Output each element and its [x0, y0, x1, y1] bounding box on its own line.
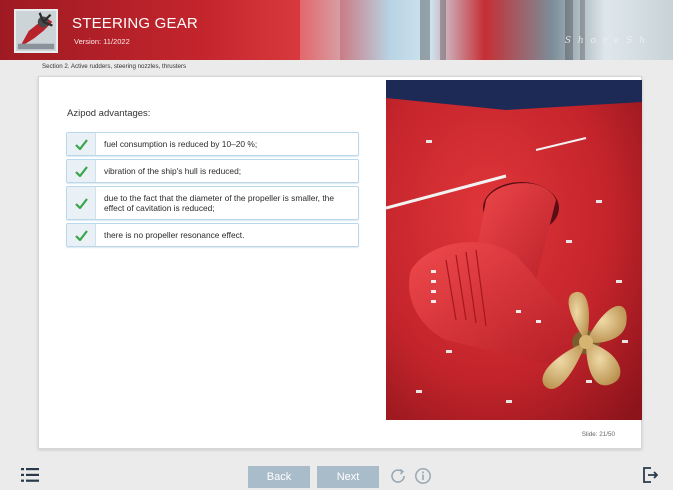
info-icon[interactable] [414, 467, 432, 485]
banner-decoration [565, 0, 573, 60]
azipod-photo [386, 80, 642, 420]
check-icon [67, 160, 96, 182]
advantages-list: fuel consumption is reduced by 10–20 %; … [66, 132, 359, 250]
list-item-text: there is no propeller resonance effect. [104, 230, 245, 240]
slide-card: Azipod advantages: fuel consumption is r… [38, 76, 642, 449]
brand-script: S h o r e S h [564, 36, 647, 46]
list-item-text: due to the fact that the diameter of the… [104, 193, 334, 213]
list-item-text: fuel consumption is reduced by 10–20 %; [104, 139, 258, 149]
list-item: fuel consumption is reduced by 10–20 %; [66, 132, 359, 156]
list-menu-icon[interactable] [21, 468, 39, 482]
back-button[interactable]: Back [248, 466, 310, 488]
slide-intro: Azipod advantages: [67, 108, 151, 119]
list-item-text: vibration of the ship's hull is reduced; [104, 166, 242, 176]
slide-counter: Slide: 21/50 [581, 431, 615, 438]
next-button[interactable]: Next [317, 466, 379, 488]
banner-decoration [420, 0, 430, 60]
check-icon [67, 133, 96, 155]
banner-decoration [580, 0, 585, 60]
list-item: due to the fact that the diameter of the… [66, 186, 359, 220]
ship-propeller-logo-icon [16, 11, 56, 51]
app-logo [14, 9, 58, 53]
exit-icon[interactable] [642, 467, 658, 483]
list-item: there is no propeller resonance effect. [66, 223, 359, 247]
check-icon [67, 187, 96, 219]
azipod-illustration [386, 80, 642, 420]
app-title: STEERING GEAR [72, 15, 198, 32]
banner-decoration [300, 0, 340, 60]
header-banner: STEERING GEAR Version: 11/2022 S h o r e… [0, 0, 673, 60]
banner-decoration [440, 0, 446, 60]
list-item: vibration of the ship's hull is reduced; [66, 159, 359, 183]
section-breadcrumb: Section 2. Active rudders, steering nozz… [42, 63, 187, 70]
check-icon [67, 224, 96, 246]
app-version: Version: 11/2022 [74, 37, 130, 46]
reload-icon[interactable] [389, 467, 407, 485]
